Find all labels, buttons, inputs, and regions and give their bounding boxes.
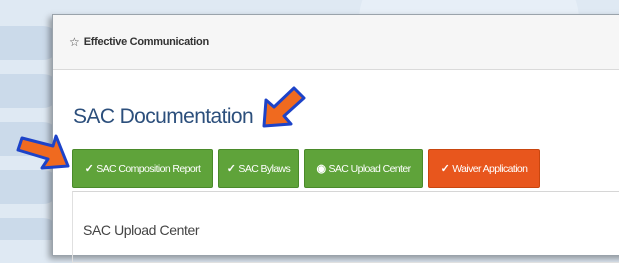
button-label: SAC Composition Report bbox=[96, 162, 201, 175]
tab-content: SAC Upload Center bbox=[72, 191, 619, 263]
sac-composition-report-button[interactable]: ✓ SAC Composition Report bbox=[72, 149, 213, 188]
upload-icon: ◉ bbox=[316, 163, 326, 175]
star-icon: ☆ bbox=[69, 35, 80, 49]
annotation-arrow-composition-report bbox=[16, 134, 70, 170]
button-label: SAC Upload Center bbox=[328, 162, 411, 175]
sac-upload-center-button[interactable]: ◉ SAC Upload Center bbox=[304, 149, 423, 188]
button-label: SAC Bylaws bbox=[238, 162, 291, 175]
button-label: Waiver Application bbox=[452, 162, 528, 175]
section-title: SAC Documentation bbox=[73, 105, 254, 128]
edit-icon: ✓ bbox=[84, 163, 94, 175]
panel-header: ☆ Effective Communication bbox=[53, 15, 619, 70]
sac-bylaws-button[interactable]: ✓ SAC Bylaws bbox=[218, 149, 299, 188]
panel-title: Effective Communication bbox=[83, 36, 209, 48]
waiver-application-button[interactable]: ✓ Waiver Application bbox=[428, 149, 540, 188]
annotation-arrow-bylaws bbox=[262, 86, 306, 128]
edit-icon: ✓ bbox=[440, 163, 450, 175]
active-tab-label: SAC Upload Center bbox=[83, 222, 200, 238]
edit-icon: ✓ bbox=[226, 163, 236, 175]
document-button-row: ✓ SAC Composition Report ✓ SAC Bylaws ◉ … bbox=[72, 149, 540, 188]
effective-communication-panel: ☆ Effective Communication SAC Documentat… bbox=[52, 14, 619, 263]
